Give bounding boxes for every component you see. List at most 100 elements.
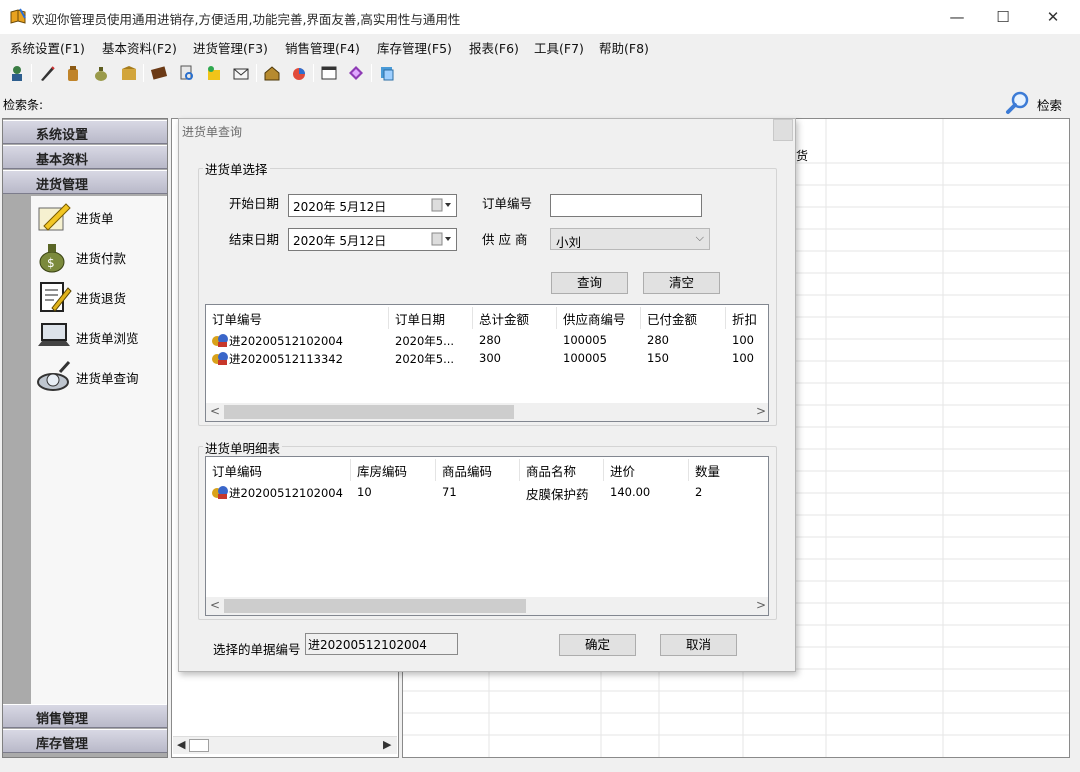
sidebar-item-purchase-return[interactable]: 进货退货 <box>36 278 164 314</box>
sidebar-group-inventory[interactable]: 库存管理 <box>3 729 167 753</box>
book-icon[interactable] <box>150 64 168 82</box>
paid-amount-cell: 150 <box>647 351 669 365</box>
app-book-icon <box>9 8 27 26</box>
search-button[interactable]: 检索 <box>1005 91 1075 115</box>
middle-horizontal-scrollbar[interactable]: ◀ ▶ <box>173 736 397 754</box>
stack-icon[interactable] <box>378 64 396 82</box>
sidebar-item-purchase-order[interactable]: 进货单 <box>36 198 164 234</box>
search-bar-label: 检索条: <box>3 98 44 112</box>
scroll-right-arrow-icon[interactable]: > <box>756 598 766 612</box>
warehouse-code-cell: 10 <box>357 485 372 499</box>
scroll-thumb[interactable] <box>189 739 209 752</box>
order-code-cell: 进20200512102004 <box>229 486 343 500</box>
scroll-right-arrow-icon[interactable]: > <box>756 404 766 418</box>
column-header[interactable]: 总计金额 <box>479 309 529 328</box>
column-header[interactable]: 订单编码 <box>212 461 262 480</box>
scroll-right-arrow-icon[interactable]: ▶ <box>383 738 391 751</box>
mail-icon[interactable] <box>232 64 250 82</box>
maximize-button[interactable]: ☐ <box>980 2 1026 32</box>
window-icon[interactable] <box>320 64 338 82</box>
start-date-label: 开始日期 <box>229 196 280 211</box>
table-row[interactable]: 进20200512113342 2020年5... 300 100005 150… <box>206 349 768 367</box>
cancel-button[interactable]: 取消 <box>660 634 737 656</box>
scroll-thumb[interactable] <box>224 599 526 613</box>
sidebar-group-sales[interactable]: 销售管理 <box>3 704 167 728</box>
sidebar-group-system[interactable]: 系统设置 <box>3 120 167 144</box>
sidebar-item-purchase-browse[interactable]: 进货单浏览 <box>36 318 164 354</box>
paid-amount-cell: 280 <box>647 333 669 347</box>
column-header[interactable]: 商品编码 <box>442 461 492 480</box>
money-bag-icon: $ <box>36 238 72 274</box>
pen-icon[interactable] <box>38 64 56 82</box>
palette-icon[interactable] <box>347 64 365 82</box>
order-no-input[interactable] <box>550 194 702 217</box>
table-row[interactable]: 进20200512102004 10 71 皮膜保护药 140.00 2 <box>206 483 768 502</box>
close-window-button[interactable]: ✕ <box>1030 2 1076 32</box>
scroll-left-arrow-icon[interactable]: < <box>210 598 220 612</box>
calendar-dropdown-icon[interactable] <box>431 198 453 212</box>
orders-horizontal-scrollbar[interactable]: < > <box>206 403 768 421</box>
scroll-left-arrow-icon[interactable]: ◀ <box>177 738 185 751</box>
money-bag-icon[interactable] <box>92 64 110 82</box>
menu-help[interactable]: 帮助(F8) <box>599 38 649 57</box>
column-header[interactable]: 库房编码 <box>357 461 407 480</box>
dialog-title: 进货单查询 <box>182 125 243 139</box>
chart-icon[interactable] <box>290 64 308 82</box>
clear-button[interactable]: 清空 <box>643 272 720 294</box>
box-icon[interactable] <box>120 64 138 82</box>
sidebar-group-purchase[interactable]: 进货管理 <box>3 170 167 194</box>
magnifier-icon <box>1005 91 1031 118</box>
search-input[interactable] <box>50 92 1000 114</box>
column-header[interactable]: 折扣 <box>732 309 757 328</box>
column-header[interactable]: 订单日期 <box>395 309 445 328</box>
column-header[interactable]: 数量 <box>695 461 720 480</box>
sidebar-item-label: 进货付款 <box>76 251 127 266</box>
menu-system-settings[interactable]: 系统设置(F1) <box>10 38 85 57</box>
order-no-label: 订单编号 <box>482 196 533 211</box>
query-button[interactable]: 查询 <box>551 272 628 294</box>
scroll-thumb[interactable] <box>224 405 514 419</box>
total-amount-cell: 300 <box>479 351 501 365</box>
menu-tools[interactable]: 工具(F7) <box>534 38 584 57</box>
details-horizontal-scrollbar[interactable]: < > <box>206 597 768 615</box>
sidebar-group-basic[interactable]: 基本资料 <box>3 145 167 169</box>
order-date-cell: 2020年5... <box>395 352 455 366</box>
menu-purchase[interactable]: 进货管理(F3) <box>193 38 268 57</box>
supplier-value: 小刘 <box>556 235 582 250</box>
minimize-button[interactable]: — <box>934 2 980 32</box>
menu-sales[interactable]: 销售管理(F4) <box>285 38 360 57</box>
ok-button[interactable]: 确定 <box>559 634 636 656</box>
search-doc-icon[interactable] <box>178 64 196 82</box>
start-date-picker[interactable]: 2020年 5月12日 <box>288 194 457 217</box>
bag-icon[interactable] <box>64 64 82 82</box>
package-icon[interactable] <box>205 64 223 82</box>
selected-order-no-field[interactable]: 进20200512102004 <box>305 633 458 655</box>
status-bar <box>0 760 1080 772</box>
supplier-select[interactable]: 小刘 ⌵ <box>550 228 710 250</box>
end-date-picker[interactable]: 2020年 5月12日 <box>288 228 457 251</box>
scroll-left-arrow-icon[interactable]: < <box>210 404 220 418</box>
column-header[interactable]: 已付金额 <box>647 309 697 328</box>
user-icon[interactable] <box>8 64 26 82</box>
sidebar-item-purchase-payment[interactable]: $ 进货付款 <box>36 238 164 274</box>
calendar-dropdown-icon[interactable] <box>431 232 453 246</box>
dialog-close-button[interactable] <box>773 119 793 141</box>
order-row-icon <box>212 485 228 499</box>
menu-reports[interactable]: 报表(F6) <box>469 38 519 57</box>
menu-inventory[interactable]: 库存管理(F5) <box>377 38 452 57</box>
column-header[interactable]: 商品名称 <box>526 461 576 480</box>
column-header[interactable]: 订单编号 <box>212 309 262 328</box>
column-header[interactable]: 进价 <box>610 461 635 480</box>
house-icon[interactable] <box>263 64 281 82</box>
total-amount-cell: 280 <box>479 333 501 347</box>
table-row[interactable]: 进20200512102004 2020年5... 280 100005 280… <box>206 331 768 349</box>
column-header[interactable]: 供应商编号 <box>563 309 626 328</box>
sidebar-item-purchase-query[interactable]: 进货单查询 <box>36 358 164 394</box>
menu-basic-data[interactable]: 基本资料(F2) <box>102 38 177 57</box>
svg-text:$: $ <box>47 256 55 270</box>
supplier-label: 供 应 商 <box>482 232 528 247</box>
search-button-label: 检索 <box>1037 98 1063 113</box>
order-date-cell: 2020年5... <box>395 334 455 348</box>
order-no-cell: 进20200512102004 <box>229 334 343 348</box>
sidebar-item-label: 进货退货 <box>76 291 127 306</box>
